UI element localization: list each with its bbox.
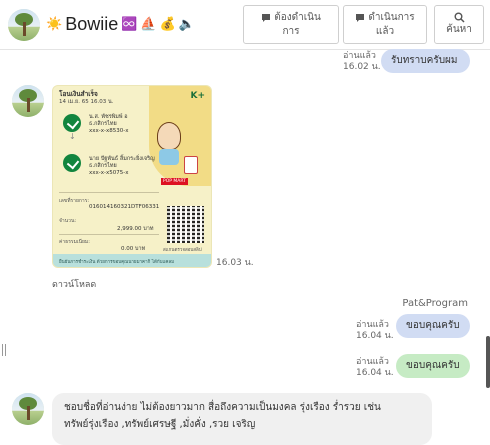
sailboat-emoji: ⛵ <box>140 16 157 32</box>
search-icon <box>454 12 465 23</box>
ref-label: เลขที่รายการ: <box>59 198 90 204</box>
from-name: น.ส. พัชรพิมพ์ อ <box>89 114 128 120</box>
qr-caption: สแกนตรวจสอบสลิป <box>163 248 202 253</box>
pending-label-1: ต้องดำเนิน <box>274 11 321 23</box>
contact-name-row: ☀️ Bowiie ♾️ ⛵ 💰 🔈 <box>46 14 195 34</box>
read-receipt: อ่านแล้ว 16.04 น. <box>356 320 394 342</box>
kplus-logo: K+ <box>190 91 205 101</box>
scrollbar[interactable] <box>486 336 490 388</box>
done-label-1: ดำเนินการ <box>368 11 415 23</box>
outgoing-message[interactable]: ขอบคุณครับ <box>396 314 470 338</box>
sticker-tag: POP MART <box>161 178 188 185</box>
sticker-character-body <box>159 149 179 165</box>
contact-name: Bowiie <box>65 13 119 34</box>
sender-name: Pat&Program <box>402 298 468 309</box>
message-time: 16.04 น. <box>356 368 394 378</box>
from-account: xxx-x-x8530-x <box>89 128 129 134</box>
contact-avatar[interactable] <box>12 85 44 117</box>
to-name: นาย ปัฐพันธ์ ลิ้มกระยิ่งเจริญ <box>89 156 155 162</box>
speaker-icon[interactable]: 🔈 <box>179 18 195 31</box>
contact-avatar[interactable] <box>8 9 40 41</box>
slip-datetime: 14 เม.ย. 65 16.03 น. <box>59 99 114 105</box>
from-bank: ธ.กสิกรไทย <box>89 121 117 127</box>
read-status: อ่านแล้ว <box>356 320 389 330</box>
search-label: ค้นหา <box>446 24 472 35</box>
message-time: 16.03 น. <box>216 258 254 268</box>
message-time: 16.04 น. <box>356 331 394 341</box>
read-receipt: อ่านแล้ว 16.02 น. <box>343 51 381 73</box>
speech-bubble-icon <box>262 13 271 22</box>
incoming-message-line-2: ทรัพย์รุ่งเรือง ,ทรัพย์เศรษฐี ,มั่งคั่ง … <box>64 419 256 430</box>
divider <box>59 234 159 235</box>
incoming-message[interactable]: ชอบชื่อที่อ่านง่าย ไม่ต้องยาวมาก สื่อถึง… <box>52 393 432 445</box>
divider <box>59 192 159 193</box>
read-receipt: อ่านแล้ว 16.04 น. <box>356 357 394 379</box>
read-status: อ่านแล้ว <box>343 51 376 61</box>
chat-header: ☀️ Bowiie ♾️ ⛵ 💰 🔈 ต้องดำเนิน การ ดำเนิน… <box>0 0 490 50</box>
pending-button[interactable]: ต้องดำเนิน การ <box>243 5 339 44</box>
incoming-message-line-1: ชอบชื่อที่อ่านง่าย ไม่ต้องยาวมาก สื่อถึง… <box>64 402 381 413</box>
qr-code <box>167 206 204 243</box>
arrow-down-icon: ↓ <box>69 132 76 141</box>
search-button[interactable]: ค้นหา <box>434 5 484 44</box>
to-account: xxx-x-x5075-x <box>89 170 129 176</box>
slip-footer: ยืนยันการชำระเงิน ด้วยการขอบคุณนายมาคากิ… <box>53 254 211 267</box>
ref-value: 016014160321DTF06331 <box>89 204 160 210</box>
download-link[interactable]: ดาวน์โหลด <box>52 277 96 291</box>
speech-bubble-icon <box>356 13 365 22</box>
pending-label-2: การ <box>282 25 300 37</box>
done-button[interactable]: ดำเนินการ แล้ว <box>343 5 427 44</box>
kbank-logo-icon <box>63 114 81 132</box>
to-bank: ธ.กสิกรไทย <box>89 163 117 169</box>
fee-label: ค่าธรรมเนียม: <box>59 239 90 245</box>
money-bag-emoji: 💰 <box>159 16 176 32</box>
resize-handle[interactable] <box>2 344 8 356</box>
amount-value: 2,999.00 บาท <box>117 226 154 232</box>
kbank-logo-icon <box>63 154 81 172</box>
done-label-2: แล้ว <box>375 25 395 37</box>
contact-avatar[interactable] <box>12 393 44 425</box>
outgoing-message[interactable]: ขอบคุณครับ <box>396 354 470 378</box>
sticker-card <box>184 156 198 174</box>
sun-emoji: ☀️ <box>46 16 63 32</box>
message-time: 16.02 น. <box>343 62 381 72</box>
infinity-emoji: ♾️ <box>121 16 138 32</box>
sticker-character <box>157 122 181 150</box>
read-status: อ่านแล้ว <box>356 357 389 367</box>
amount-label: จำนวน: <box>59 218 77 224</box>
transfer-slip-image[interactable]: โอนเงินสำเร็จ 14 เม.ย. 65 16.03 น. K+ น.… <box>52 85 212 268</box>
fee-value: 0.00 บาท <box>121 246 146 252</box>
outgoing-message[interactable]: รับทราบครับผม <box>381 49 470 73</box>
